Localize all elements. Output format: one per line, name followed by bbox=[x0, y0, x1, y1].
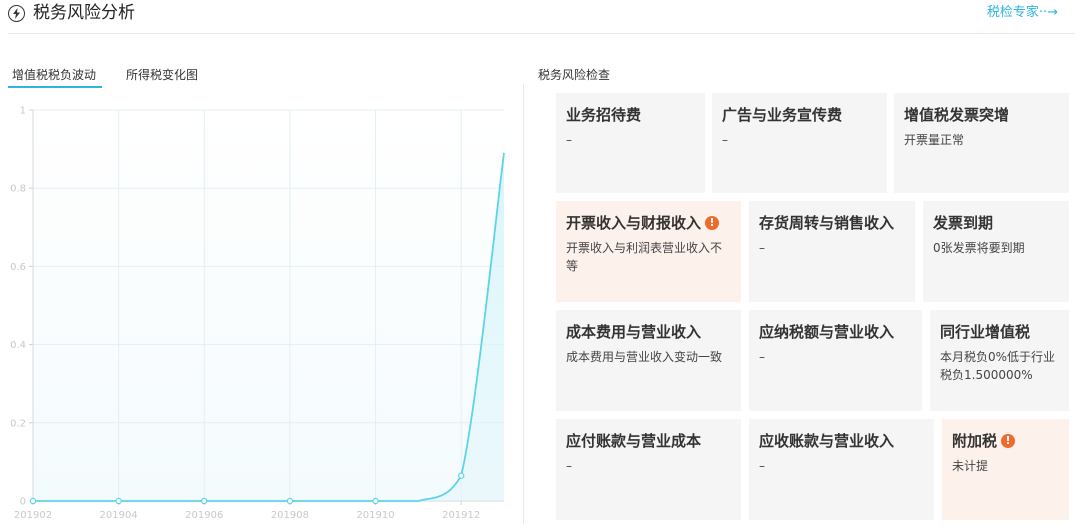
risk-card-tax-payable[interactable]: 应纳税额与营业收入 – bbox=[749, 310, 922, 411]
tax-expert-link[interactable]: 税检专家··→ bbox=[987, 5, 1058, 21]
header-divider bbox=[8, 33, 1074, 34]
risk-card-desc: 本月税负0%低于行业税负1.500000% bbox=[940, 350, 1056, 382]
risk-card-title: 附加税! bbox=[952, 431, 1059, 451]
risk-card-payables[interactable]: 应付账款与营业成本 – bbox=[556, 419, 741, 520]
risk-card-invoice-surge[interactable]: 增值税发票突增 开票量正常 bbox=[894, 93, 1069, 193]
series-point bbox=[201, 497, 208, 505]
chart-plot-background bbox=[33, 110, 504, 501]
warning-icon: ! bbox=[705, 216, 720, 230]
risk-card-desc: 0张发票将要到期 bbox=[933, 241, 1025, 255]
risk-panel-title: 税务风险检查 bbox=[538, 68, 611, 82]
y-tick-label: 0.4 bbox=[10, 340, 26, 351]
risk-card-title: 同行业增值税 bbox=[940, 323, 1031, 341]
vat-burden-chart: 0 0.2 0.4 0.6 0.8 1 201902 201904 201906 201908 20… bbox=[0, 96, 515, 529]
series-point bbox=[457, 472, 465, 479]
risk-card-cost-vs-revenue[interactable]: 成本费用与营业收入 成本费用与营业收入变动一致 bbox=[556, 310, 741, 411]
series-point bbox=[115, 497, 122, 505]
risk-card-desc: – bbox=[566, 133, 572, 147]
risk-card-title: 业务招待费 bbox=[566, 106, 642, 124]
risk-card-invoice-vs-report[interactable]: 开票收入与财报收入! 开票收入与利润表营业收入不等 bbox=[556, 201, 741, 302]
y-tick-label: 0.8 bbox=[10, 184, 26, 195]
risk-card-title: 广告与业务宣传费 bbox=[722, 106, 843, 124]
x-tick-label: 201910 bbox=[356, 510, 394, 521]
risk-card-title: 应收账款与营业收入 bbox=[759, 432, 895, 450]
risk-card-desc: – bbox=[722, 133, 728, 147]
risk-card-desc: – bbox=[759, 350, 765, 364]
series-point bbox=[372, 497, 379, 505]
x-tick-label: 201902 bbox=[14, 510, 52, 521]
page-title: 税务风险分析 bbox=[33, 3, 135, 23]
lightning-icon bbox=[8, 5, 25, 22]
chart-canvas: 0 0.2 0.4 0.6 0.8 1 201902 201904 201906 201908 20… bbox=[10, 106, 505, 521]
y-tick-label: 0.2 bbox=[10, 418, 26, 429]
risk-card-desc: – bbox=[759, 459, 765, 473]
risk-card-receivables[interactable]: 应收账款与营业收入 – bbox=[749, 419, 934, 520]
risk-card-desc: 成本费用与营业收入变动一致 bbox=[566, 350, 723, 364]
risk-card-desc: 未计提 bbox=[952, 459, 989, 473]
risk-card-entertainment[interactable]: 业务招待费 – bbox=[556, 93, 705, 193]
series-point bbox=[29, 497, 37, 505]
risk-card-desc: 开票量正常 bbox=[904, 133, 965, 147]
series-point bbox=[286, 497, 294, 505]
risk-card-desc: – bbox=[759, 241, 765, 255]
x-tick-label: 201904 bbox=[100, 510, 138, 521]
panel-divider bbox=[523, 84, 524, 524]
arrow-right-icon: → bbox=[1047, 5, 1058, 20]
risk-card-invoice-expiry[interactable]: 发票到期 0张发票将要到期 bbox=[923, 201, 1069, 302]
risk-card-desc: 开票收入与利润表营业收入不等 bbox=[566, 241, 723, 273]
page-header: 税务风险分析 税检专家··→ bbox=[0, 0, 1080, 34]
risk-card-title: 应纳税额与营业收入 bbox=[759, 323, 895, 341]
x-tick-label: 201912 bbox=[442, 510, 480, 521]
x-tick-label: 201906 bbox=[185, 510, 223, 521]
x-tick-label: 201908 bbox=[271, 510, 309, 521]
risk-card-title: 增值税发票突增 bbox=[904, 106, 1010, 124]
risk-card-advertising[interactable]: 广告与业务宣传费 – bbox=[712, 93, 887, 193]
risk-card-desc: – bbox=[566, 459, 572, 473]
tax-expert-label: 税检专家·· bbox=[986, 5, 1048, 20]
y-tick-label: 0 bbox=[20, 497, 26, 508]
risk-card-title: 开票收入与财报收入! bbox=[566, 213, 731, 233]
risk-card-title: 成本费用与营业收入 bbox=[566, 323, 702, 341]
active-tab-indicator bbox=[8, 86, 102, 88]
risk-card-inventory[interactable]: 存货周转与销售收入 – bbox=[749, 201, 915, 302]
y-tick-label: 0.6 bbox=[10, 262, 26, 273]
warning-icon: ! bbox=[1001, 434, 1016, 448]
y-tick-label: 1 bbox=[20, 106, 26, 117]
risk-card-surcharge[interactable]: 附加税! 未计提 bbox=[942, 419, 1069, 520]
risk-card-title: 应付账款与营业成本 bbox=[566, 432, 702, 450]
risk-card-title: 发票到期 bbox=[933, 214, 994, 232]
tab-income-tax[interactable]: 所得税变化图 bbox=[126, 67, 198, 83]
risk-card-title: 存货周转与销售收入 bbox=[759, 214, 895, 232]
tab-vat-burden[interactable]: 增值税税负波动 bbox=[12, 67, 96, 83]
risk-card-industry-vat[interactable]: 同行业增值税 本月税负0%低于行业税负1.500000% bbox=[930, 310, 1069, 411]
